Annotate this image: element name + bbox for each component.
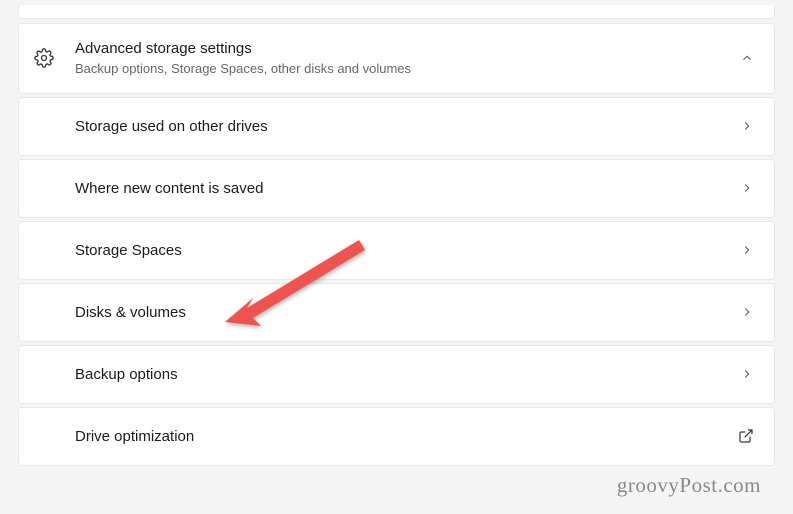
item-disks-volumes[interactable]: Disks & volumes	[18, 283, 775, 342]
chevron-right-icon	[740, 305, 754, 319]
chevron-right-icon	[740, 367, 754, 381]
item-storage-other-drives[interactable]: Storage used on other drives	[18, 97, 775, 156]
item-label: Backup options	[75, 366, 740, 383]
chevron-right-icon	[740, 181, 754, 195]
chevron-right-icon	[740, 119, 754, 133]
item-drive-optimization[interactable]: Drive optimization	[18, 407, 775, 466]
section-title: Advanced storage settings	[75, 39, 740, 59]
item-where-new-content[interactable]: Where new content is saved	[18, 159, 775, 218]
open-external-icon	[738, 428, 754, 444]
chevron-right-icon	[740, 243, 754, 257]
section-subtitle: Backup options, Storage Spaces, other di…	[75, 60, 740, 78]
advanced-storage-header[interactable]: Advanced storage settings Backup options…	[18, 23, 775, 94]
item-label: Storage Spaces	[75, 242, 740, 259]
previous-section-stub	[18, 5, 775, 19]
watermark: groovyPost.com	[617, 473, 761, 498]
item-backup-options[interactable]: Backup options	[18, 345, 775, 404]
item-storage-spaces[interactable]: Storage Spaces	[18, 221, 775, 280]
gear-icon	[33, 47, 55, 69]
chevron-up-icon	[740, 51, 754, 65]
item-label: Storage used on other drives	[75, 118, 740, 135]
item-label: Drive optimization	[75, 428, 738, 445]
section-text: Advanced storage settings Backup options…	[75, 39, 740, 78]
item-label: Disks & volumes	[75, 304, 740, 321]
item-label: Where new content is saved	[75, 180, 740, 197]
